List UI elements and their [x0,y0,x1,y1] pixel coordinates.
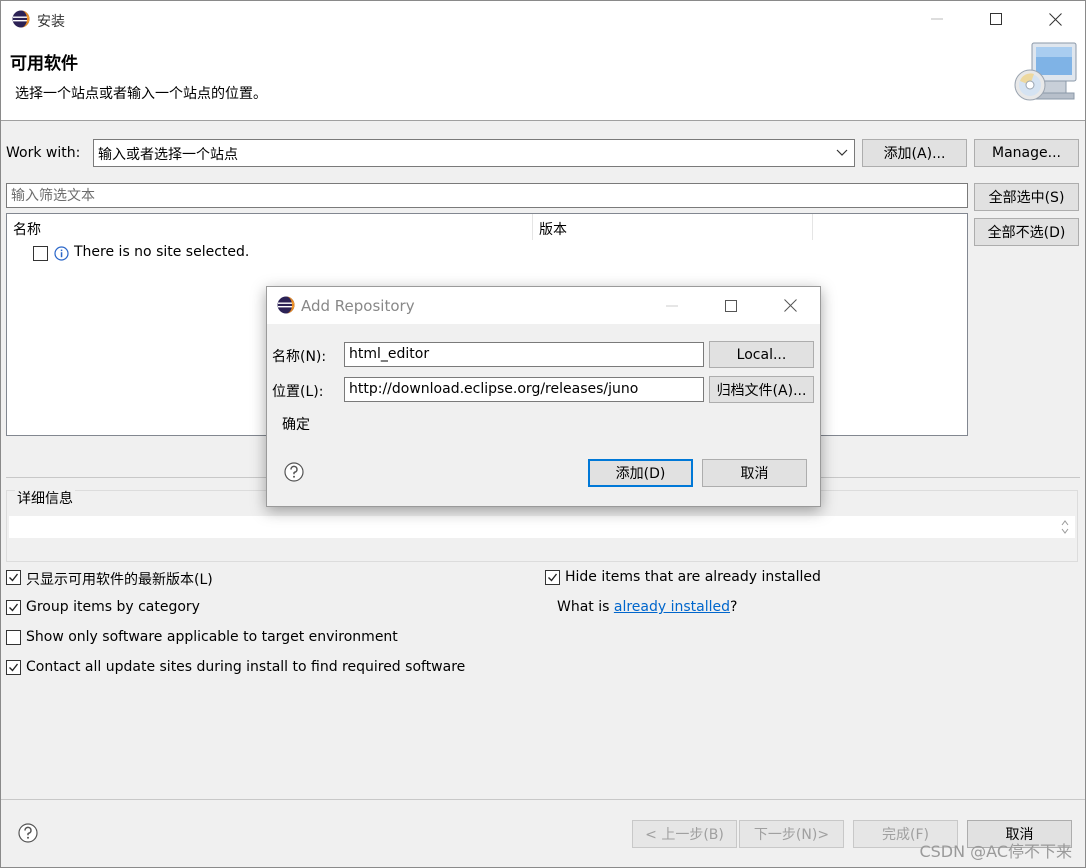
back-button[interactable]: < 上一步(B) [632,820,737,848]
page-description: 选择一个站点或者输入一个站点的位置。 [15,86,267,102]
group-by-category-checkbox[interactable] [6,600,21,615]
option-show-latest[interactable]: 只显示可用软件的最新版本(L) [6,569,326,589]
add-repository-dialog: Add Repository 名称(N): html_editor Local.… [266,286,821,507]
work-with-combo[interactable]: 输入或者选择一个站点 [93,139,855,167]
option-hide-installed[interactable]: Hide items that are already installed [545,569,865,589]
what-is-prefix: What is [557,599,614,615]
help-icon[interactable] [284,462,304,482]
dialog-close-button[interactable] [767,287,813,324]
wizard-header: 可用软件 选择一个站点或者输入一个站点的位置。 [1,37,1085,121]
maximize-button[interactable] [973,1,1019,37]
details-text[interactable] [9,516,1075,538]
maximize-icon [725,299,737,312]
show-applicable-label: Show only software applicable to target … [26,629,398,645]
tree-row-checkbox[interactable] [33,246,48,261]
help-icon[interactable] [18,823,38,843]
spinner-arrows-icon[interactable] [1060,518,1070,536]
option-show-applicable[interactable]: Show only software applicable to target … [6,629,486,649]
show-latest-checkbox[interactable] [6,570,21,585]
filter-field[interactable] [6,183,968,208]
what-is-suffix: ? [730,599,738,615]
checkmark-icon [548,573,558,582]
group-by-category-label: Group items by category [26,599,200,615]
column-header-version[interactable]: 版本 [533,214,813,240]
dialog-title-bar: Add Repository [267,287,820,324]
window-title: 安装 [37,14,65,30]
column-header-name[interactable]: 名称 [7,214,533,240]
location-input[interactable]: http://download.eclipse.org/releases/jun… [344,377,704,402]
hide-installed-checkbox[interactable] [545,570,560,585]
minimize-icon [666,305,678,306]
show-applicable-checkbox[interactable] [6,630,21,645]
manage-button[interactable]: Manage... [974,139,1079,167]
maximize-icon [990,13,1002,25]
dialog-title: Add Repository [301,297,415,315]
add-site-button[interactable]: 添加(A)... [862,139,967,167]
tree-row[interactable]: There is no site selected. [33,244,533,266]
close-icon [783,299,797,312]
footer-separator [1,799,1085,800]
dialog-add-button[interactable]: 添加(D) [588,459,693,487]
checkmark-icon [9,603,19,612]
next-button[interactable]: 下一步(N)> [739,820,844,848]
option-contact-all[interactable]: Contact all update sites during install … [6,659,506,679]
title-bar: 安装 [1,1,1085,37]
local-button[interactable]: Local... [709,341,814,368]
dialog-maximize-button[interactable] [708,287,754,324]
filter-input[interactable] [7,184,967,207]
eclipse-icon [12,10,30,28]
archive-button[interactable]: 归档文件(A)... [709,376,814,403]
work-with-label: Work with: [6,145,81,161]
show-latest-label: 只显示可用软件的最新版本(L) [26,572,213,588]
already-installed-link[interactable]: already installed [614,599,730,615]
tree-row-label: There is no site selected. [74,244,250,260]
hide-installed-label: Hide items that are already installed [565,569,821,585]
close-icon [1048,12,1062,26]
work-with-value: 输入或者选择一个站点 [98,147,238,163]
contact-all-label: Contact all update sites during install … [26,659,466,675]
contact-all-checkbox[interactable] [6,660,21,675]
close-button[interactable] [1032,1,1078,37]
dialog-minimize-button[interactable] [649,287,695,324]
page-title: 可用软件 [10,54,78,74]
chevron-down-icon [836,149,848,156]
dialog-message: 确定 [282,417,310,433]
deselect-all-button[interactable]: 全部不选(D) [974,218,1079,246]
select-all-button[interactable]: 全部选中(S) [974,183,1079,211]
eclipse-icon [277,296,295,314]
info-icon [54,246,69,261]
name-input[interactable]: html_editor [344,342,704,367]
details-label: 详细信息 [15,488,75,508]
name-label: 名称(N): [272,349,327,365]
minimize-icon [931,18,943,20]
dialog-cancel-button[interactable]: 取消 [702,459,807,487]
location-label: 位置(L): [272,384,324,400]
what-is-installed: What is already installed? [557,599,737,615]
install-software-icon [1014,42,1077,101]
option-group-by-category[interactable]: Group items by category [6,599,326,619]
checkmark-icon [9,573,19,582]
watermark: CSDN @AC停不下来 [919,842,1072,861]
checkmark-icon [9,663,19,672]
minimize-button[interactable] [914,1,960,37]
